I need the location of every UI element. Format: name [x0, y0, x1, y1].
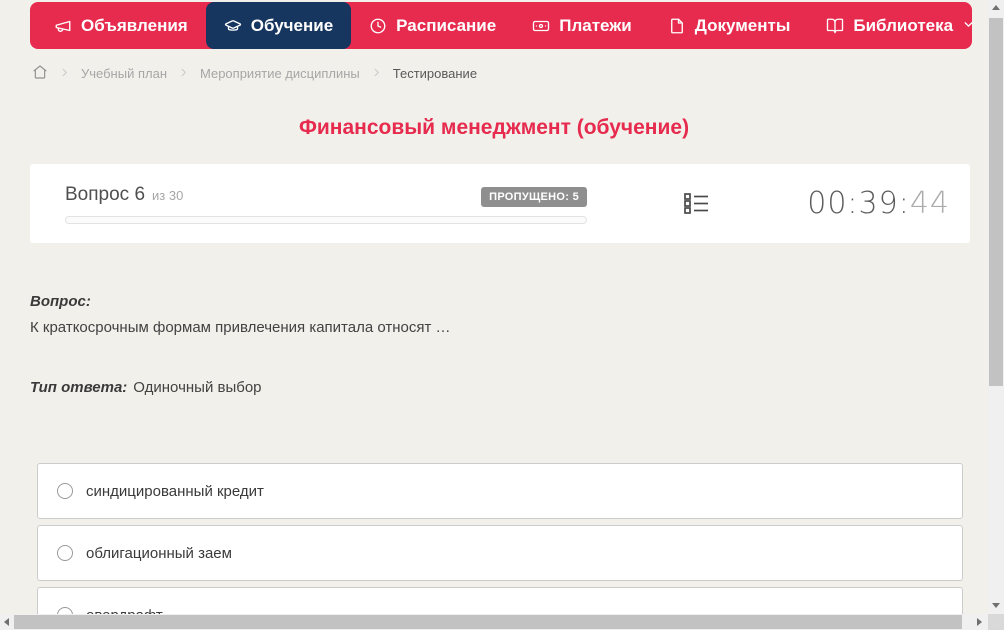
breadcrumb-testing: Тестирование: [392, 65, 478, 81]
answer-option-2[interactable]: облигационный заем: [37, 525, 963, 581]
question-total: из 30: [152, 187, 184, 203]
scrollbar-corner: [988, 614, 1004, 630]
home-icon[interactable]: [32, 64, 48, 83]
scroll-right-arrow-icon[interactable]: [977, 618, 982, 626]
answer-option-label: облигационный заем: [86, 544, 232, 562]
scroll-left-arrow-icon[interactable]: [4, 618, 9, 626]
nav-item-documents[interactable]: Документы: [650, 2, 809, 49]
nav-label: Объявления: [81, 15, 188, 35]
question-list-button[interactable]: [683, 190, 710, 217]
vertical-scrollbar[interactable]: [988, 0, 1004, 614]
graduation-cap-icon: [224, 19, 241, 31]
page-title: Финансовый менеджмент (обучение): [298, 116, 690, 139]
countdown-timer: 00:39:44: [807, 186, 950, 221]
nav-item-library[interactable]: Библиотека: [808, 2, 993, 49]
answer-option-1[interactable]: синдицированный кредит: [37, 463, 963, 519]
timer-main: 00:39:: [807, 186, 910, 221]
nav-label: Документы: [694, 15, 791, 35]
breadcrumb-separator-icon: [59, 66, 70, 81]
document-icon: [670, 18, 683, 33]
breadcrumb: Учебный план Мероприятие дисциплины Тест…: [32, 63, 477, 83]
question-number: Вопрос 6: [65, 183, 146, 205]
main-nav: Объявления Обучение Расписание Платежи Д…: [30, 2, 973, 49]
quiz-status-panel: Вопрос 6 из 30 ПРОПУЩЕНО: 5 00:39:44: [30, 164, 970, 243]
question-label: Вопрос:: [30, 293, 91, 310]
checklist-icon: [684, 193, 708, 214]
vertical-scrollbar-thumb[interactable]: [989, 18, 1003, 386]
breadcrumb-study-plan[interactable]: Учебный план: [81, 66, 167, 81]
nav-label: Расписание: [396, 15, 497, 35]
nav-item-learning[interactable]: Обучение: [205, 2, 352, 49]
answer-type-line: Тип ответа: Одиночный выбор: [30, 379, 262, 396]
radio-button[interactable]: [57, 545, 73, 561]
book-icon: [827, 18, 844, 33]
scroll-down-arrow-icon[interactable]: [992, 603, 1000, 608]
nav-label: Платежи: [559, 15, 632, 35]
horizontal-scrollbar-thumb[interactable]: [14, 615, 962, 629]
answer-type-label: Тип ответа:: [30, 379, 128, 396]
question-text: К краткосрочным формам привлечения капит…: [30, 319, 451, 336]
nav-label: Обучение: [250, 15, 334, 35]
nav-item-schedule[interactable]: Расписание: [351, 2, 514, 49]
breadcrumb-discipline-event[interactable]: Мероприятие дисциплины: [200, 66, 360, 81]
answer-options: синдицированный кредит облигационный зае…: [37, 463, 963, 630]
progress-bar: [65, 215, 587, 224]
nav-label: Библиотека: [853, 15, 954, 35]
answer-option-label: синдицированный кредит: [86, 482, 264, 500]
nav-item-payments[interactable]: Платежи: [514, 2, 650, 49]
clock-icon: [370, 18, 386, 33]
chevron-down-icon: [962, 16, 975, 36]
timer-seconds: 44: [909, 186, 950, 221]
scroll-up-arrow-icon[interactable]: [992, 5, 1000, 10]
radio-button[interactable]: [57, 483, 73, 499]
question-progress-block: Вопрос 6 из 30 ПРОПУЩЕНО: 5: [65, 184, 587, 224]
answer-type-value: Одиночный выбор: [133, 379, 262, 396]
breadcrumb-separator-icon: [371, 66, 382, 81]
nav-item-announcements[interactable]: Объявления: [36, 2, 206, 49]
horizontal-scrollbar[interactable]: [0, 614, 988, 630]
skipped-badge: ПРОПУЩЕНО: 5: [481, 186, 587, 207]
breadcrumb-separator-icon: [178, 66, 189, 81]
banknote-icon: [533, 20, 550, 31]
megaphone-icon: [55, 20, 71, 32]
